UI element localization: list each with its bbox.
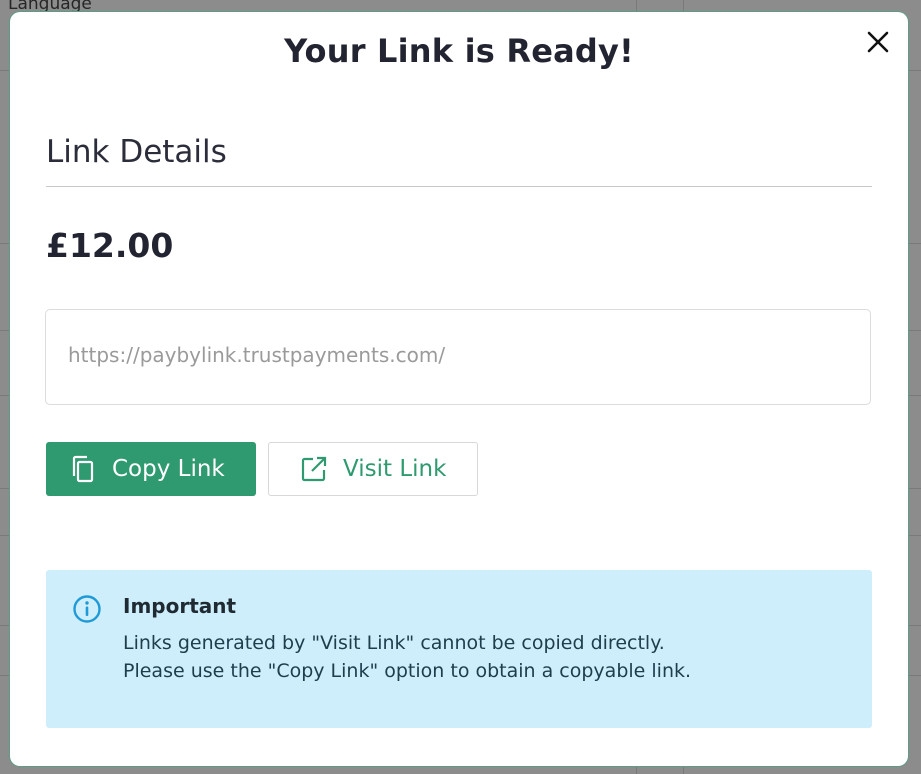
payment-amount: £12.00 [46,226,174,265]
section-divider [46,186,872,187]
copy-icon [68,454,98,484]
notice-text-line-1: Links generated by "Visit Link" cannot b… [123,632,665,654]
visit-link-label: Visit Link [343,456,447,482]
important-notice: Important Links generated by "Visit Link… [46,570,872,728]
notice-title: Important [123,594,237,618]
link-url-text: https://paybylink.trustpayments.com/ [68,343,446,367]
section-title-link-details: Link Details [46,134,227,170]
notice-text-line-2: Please use the "Copy Link" option to obt… [123,660,692,682]
visit-link-button[interactable]: Visit Link [268,442,478,496]
info-icon [73,595,101,623]
copy-link-button[interactable]: Copy Link [46,442,256,496]
copy-link-label: Copy Link [112,456,225,482]
link-url-field[interactable]: https://paybylink.trustpayments.com/ [45,309,871,405]
dialog-title: Your Link is Ready! [284,32,634,70]
external-link-icon [299,454,329,484]
close-icon [867,31,889,53]
link-ready-dialog: Your Link is Ready! Link Details £12.00 … [10,12,908,766]
close-button[interactable] [864,28,892,56]
